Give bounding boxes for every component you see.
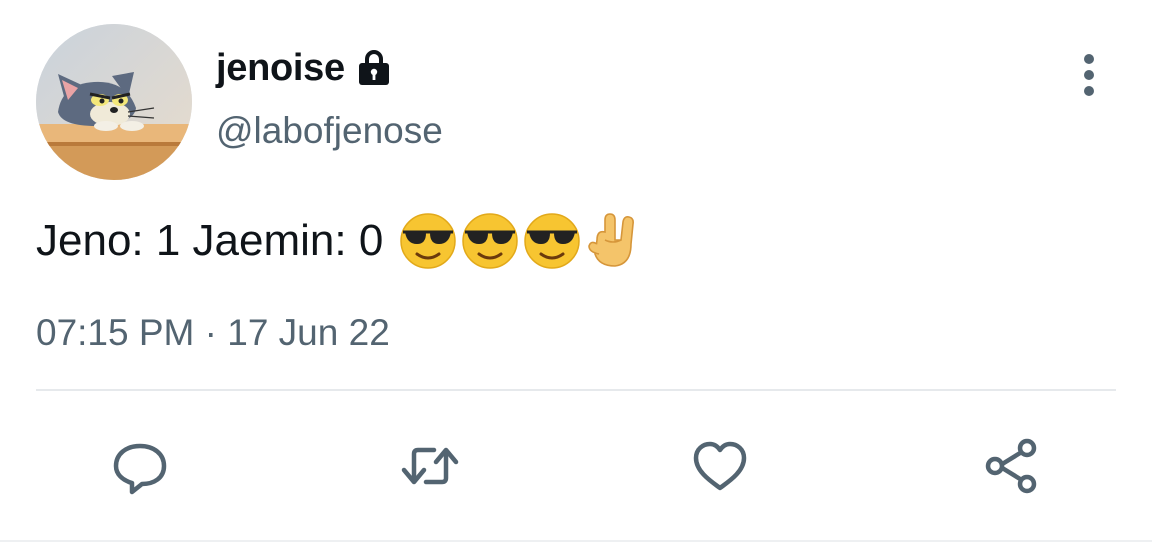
retweet-icon [401, 447, 459, 485]
lock-icon [353, 47, 395, 89]
heart-icon [693, 441, 747, 491]
tweet-timestamp[interactable]: 07:15 PM · 17 Jun 22 [36, 312, 390, 354]
reply-button[interactable] [100, 426, 180, 506]
reply-icon [113, 443, 167, 495]
share-icon [985, 438, 1037, 494]
divider [36, 389, 1116, 391]
tweet-text: Jeno: 1 Jaemin: 0 [36, 208, 645, 274]
avatar[interactable] [36, 24, 192, 180]
share-button[interactable] [972, 426, 1052, 506]
tweet-actions [0, 420, 1152, 510]
cartoon-cat-avatar-icon [36, 24, 192, 180]
like-button[interactable] [680, 426, 760, 506]
retweet-button[interactable] [390, 426, 470, 506]
sunglasses-face-icon [397, 210, 459, 272]
author-handle[interactable]: @labofjenose [216, 110, 443, 152]
tweet-text-content: Jeno: 1 Jaemin: 0 [36, 216, 384, 265]
bottom-divider [0, 540, 1152, 542]
tweet-card: jenoise @labofjenose Jeno: 1 Jaemin: 0 0… [0, 0, 1152, 555]
more-vertical-icon [1084, 54, 1094, 96]
display-name[interactable]: jenoise [216, 47, 345, 90]
author-name-row: jenoise [216, 42, 395, 94]
more-options-button[interactable] [1064, 50, 1114, 100]
sunglasses-face-icon [459, 210, 521, 272]
sunglasses-face-icon [521, 210, 583, 272]
rock-on-hand-icon [583, 210, 645, 272]
